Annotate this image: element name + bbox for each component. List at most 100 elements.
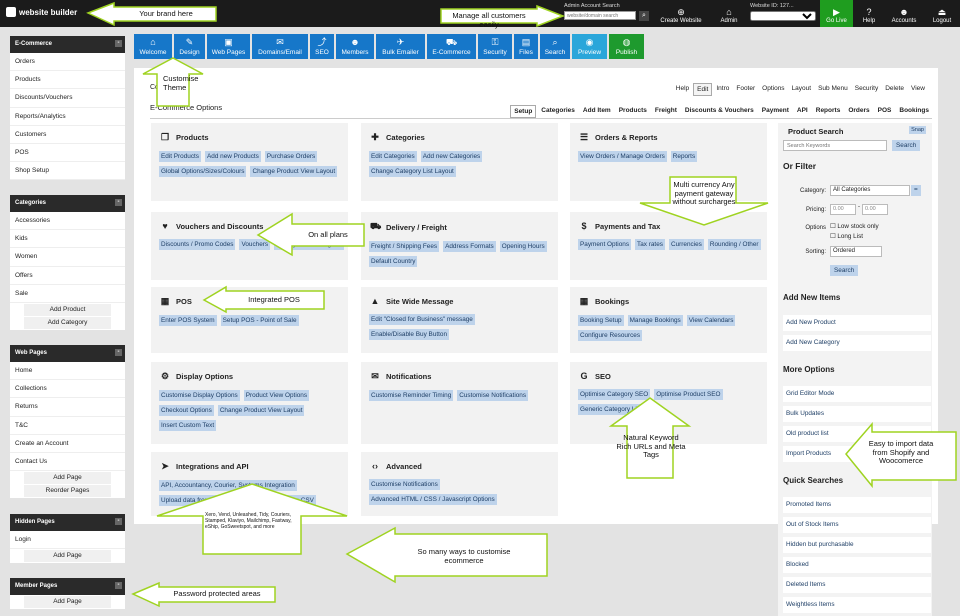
subnav-sub-menu[interactable]: Sub Menu: [815, 83, 851, 96]
tab-orders[interactable]: Orders: [845, 105, 872, 118]
currencies-link[interactable]: Currencies: [668, 239, 704, 250]
purchase-orders-link[interactable]: Purchase Orders: [264, 151, 318, 162]
subnav-edit[interactable]: Edit: [693, 83, 713, 96]
nav-search[interactable]: ⌕ Search: [540, 34, 570, 59]
category-list-layout-link[interactable]: Change Category List Layout: [369, 166, 456, 177]
nav-web-pages[interactable]: ▣ Web Pages: [207, 34, 250, 59]
help-button[interactable]: ? Help: [856, 0, 882, 27]
filter-search-button[interactable]: Search: [830, 265, 859, 276]
sidebar-item-accessories[interactable]: Accessories: [10, 212, 125, 231]
add-category-button[interactable]: Add Category: [24, 316, 111, 329]
collapse-icon[interactable]: -: [115, 582, 122, 589]
sorting-select[interactable]: Ordered: [830, 246, 882, 257]
hidden-purchasable-link[interactable]: Hidden but purchasable: [783, 537, 931, 553]
sidebar-item-sale[interactable]: Sale: [10, 285, 125, 303]
manage-bookings-link[interactable]: Manage Bookings: [627, 315, 683, 326]
collapse-icon[interactable]: -: [115, 518, 122, 525]
weightless-items-link[interactable]: Weightless Items: [783, 597, 931, 613]
nav-publish[interactable]: ◍ Publish: [609, 34, 644, 59]
reports-link[interactable]: Reports: [670, 151, 698, 162]
subnav-delete[interactable]: Delete: [882, 83, 907, 96]
collapse-icon[interactable]: -: [115, 349, 122, 356]
advanced-html-link[interactable]: Advanced HTML / CSS / Javascript Options: [369, 494, 497, 505]
sidebar-item-women[interactable]: Women: [10, 248, 125, 267]
reminder-timing-link[interactable]: Customise Reminder Timing: [369, 390, 454, 401]
subnav-options[interactable]: Options: [759, 83, 787, 96]
add-new-products-link[interactable]: Add new Products: [205, 151, 261, 162]
tab-add-item[interactable]: Add Item: [580, 105, 614, 118]
subnav-security[interactable]: Security: [852, 83, 881, 96]
tab-setup[interactable]: Setup: [510, 105, 537, 118]
reorder-pages-button[interactable]: Reorder Pages: [24, 485, 111, 498]
product-view-layout-link[interactable]: Change Product View Layout: [250, 166, 338, 177]
grid-editor-link[interactable]: Grid Editor Mode: [783, 386, 931, 402]
sidebar-item-pos[interactable]: POS: [10, 144, 125, 163]
add-member-page-button[interactable]: Add Page: [24, 596, 111, 608]
tab-api[interactable]: API: [794, 105, 811, 118]
configure-resources-link[interactable]: Configure Resources: [578, 330, 643, 341]
tab-products[interactable]: Products: [616, 105, 650, 118]
out-of-stock-link[interactable]: Out of Stock Items: [783, 517, 931, 533]
sidebar-item-tandc[interactable]: T&C: [10, 417, 125, 435]
sidebar-item-login[interactable]: Login: [10, 531, 125, 550]
add-new-category-link[interactable]: Add New Category: [783, 335, 931, 351]
product-search-button[interactable]: Search: [892, 140, 921, 151]
rounding-link[interactable]: Rounding / Other: [707, 239, 761, 250]
edit-categories-link[interactable]: Edit Categories: [369, 151, 417, 162]
subnav-view[interactable]: View: [908, 83, 928, 96]
subnav-footer[interactable]: Footer: [733, 83, 758, 96]
tab-pos[interactable]: POS: [875, 105, 895, 118]
sidebar-item-home[interactable]: Home: [10, 362, 125, 381]
view-calendars-link[interactable]: View Calendars: [686, 315, 736, 326]
bulk-updates-link[interactable]: Bulk Updates: [783, 406, 931, 422]
snap-button[interactable]: Snap: [909, 126, 926, 134]
account-search-input[interactable]: [564, 11, 636, 20]
website-id-select[interactable]: [750, 11, 816, 21]
change-product-view-layout-link[interactable]: Change Product View Layout: [217, 405, 305, 416]
payment-options-link[interactable]: Payment Options: [578, 239, 632, 250]
subnav-help[interactable]: Help: [673, 83, 692, 96]
create-website-button[interactable]: ⊕ Create Website: [654, 0, 708, 27]
tab-bookings[interactable]: Bookings: [896, 105, 932, 118]
collapse-icon[interactable]: -: [115, 199, 122, 206]
nav-welcome[interactable]: ⌂ Welcome: [134, 34, 172, 59]
customise-notifications-link[interactable]: Customise Notifications: [457, 390, 529, 401]
subnav-layout[interactable]: Layout: [789, 83, 815, 96]
enter-pos-link[interactable]: Enter POS System: [159, 315, 217, 326]
default-country-link[interactable]: Default Country: [369, 256, 418, 267]
search-icon[interactable]: ⌕: [639, 11, 649, 21]
nav-preview[interactable]: ◉ Preview: [572, 34, 607, 59]
search-keywords-input[interactable]: [783, 140, 887, 151]
logo[interactable]: website builder: [6, 7, 77, 17]
tax-rates-link[interactable]: Tax rates: [635, 239, 665, 250]
sidebar-item-contact[interactable]: Contact Us: [10, 453, 125, 472]
sidebar-item-offers[interactable]: Offers: [10, 267, 125, 285]
tab-freight[interactable]: Freight: [652, 105, 680, 118]
opening-hours-link[interactable]: Opening Hours: [499, 241, 547, 252]
sidebar-item-create-account[interactable]: Create an Account: [10, 435, 125, 453]
tab-reports[interactable]: Reports: [813, 105, 844, 118]
add-product-button[interactable]: Add Product: [24, 303, 111, 316]
closed-message-link[interactable]: Edit "Closed for Business" message: [369, 314, 475, 325]
nav-seo[interactable]: ⤴ SEO: [310, 34, 334, 59]
sidebar-item-reports[interactable]: Reports/Analytics: [10, 108, 125, 126]
buy-button-toggle-link[interactable]: Enable/Disable Buy Button: [369, 329, 450, 340]
accounts-button[interactable]: ☻ Accounts: [885, 0, 923, 27]
sidebar-item-shop-setup[interactable]: Shop Setup: [10, 162, 125, 181]
collapse-icon[interactable]: -: [115, 40, 122, 47]
add-new-product-link[interactable]: Add New Product: [783, 315, 931, 331]
add-new-categories-link[interactable]: Add new Categories: [420, 151, 483, 162]
promoted-items-link[interactable]: Promoted Items: [783, 497, 931, 513]
booking-setup-link[interactable]: Booking Setup: [578, 315, 624, 326]
sidebar-item-discounts[interactable]: Discounts/Vouchers: [10, 89, 125, 108]
deleted-items-link[interactable]: Deleted Items: [783, 577, 931, 593]
category-select[interactable]: All Categories: [830, 185, 910, 196]
nav-security[interactable]: ⚿ Security: [478, 34, 512, 59]
edit-products-link[interactable]: Edit Products: [159, 151, 202, 162]
tab-payment[interactable]: Payment: [759, 105, 792, 118]
nav-bulk-emailer[interactable]: ✈ Bulk Emailer: [376, 34, 425, 59]
insert-custom-text-link[interactable]: Insert Custom Text: [159, 420, 217, 431]
sidebar-item-customers[interactable]: Customers: [10, 126, 125, 144]
promo-codes-link[interactable]: Discounts / Promo Codes: [159, 239, 236, 250]
equals-button[interactable]: =: [911, 185, 921, 196]
